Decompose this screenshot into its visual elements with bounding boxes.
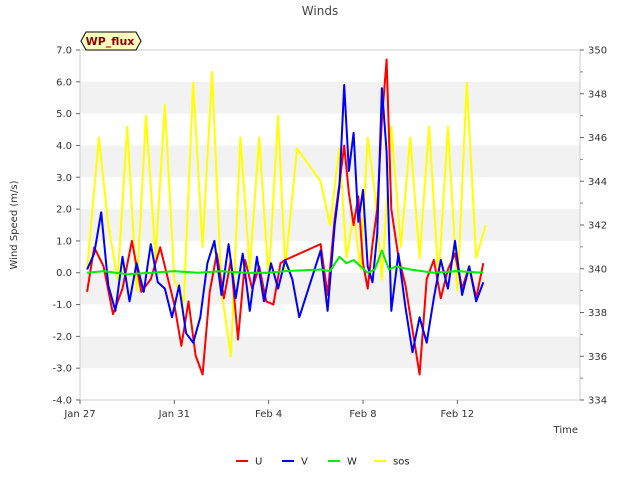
y2-tick-label: 344 <box>588 177 607 188</box>
x-tick-label: Feb 12 <box>441 409 475 420</box>
badge-label: WP_flux <box>86 35 135 48</box>
y2-tick-label: 338 <box>588 308 607 319</box>
y-tick-label: 4.0 <box>56 141 72 152</box>
chart-title: Winds <box>302 4 338 18</box>
y-tick-label: -1.0 <box>52 300 72 311</box>
x-tick-label: Feb 4 <box>255 409 282 420</box>
y-axis-right: 334 336 338 340 342 344 346 348 350 <box>580 46 607 407</box>
y-tick-label: 5.0 <box>56 109 72 120</box>
y-tick-label: -3.0 <box>52 364 72 375</box>
y-tick-label: 1.0 <box>56 236 72 247</box>
x-tick-label: Jan 31 <box>158 409 190 420</box>
x-axis-title: Time <box>553 425 578 436</box>
winds-chart: -4.0 -3.0 -2.0 -1.0 0.0 1.0 2.0 3.0 4.0 5.0 6.0 7.0… <box>9 4 607 468</box>
grid-band <box>80 145 580 178</box>
y2-tick-label: 342 <box>588 221 607 232</box>
y-tick-label: 7.0 <box>56 46 72 57</box>
y-tick-label: 2.0 <box>56 205 72 216</box>
y2-tick-label: 334 <box>588 396 607 407</box>
y-axis-title: Wind Speed (m/s) <box>9 180 20 269</box>
y2-tick-label: 348 <box>588 89 607 100</box>
legend-label-u: U <box>255 457 262 468</box>
legend: U V Wsos <box>236 457 410 468</box>
y-axis-left: -4.0 -3.0 -2.0 -1.0 0.0 1.0 2.0 3.0 4.0 5.0 6.0 7.0 <box>52 46 80 407</box>
wp-flux-badge: WP_flux <box>80 31 142 51</box>
y2-tick-label: 346 <box>588 133 607 144</box>
legend-label-v: V <box>301 457 308 468</box>
grid-band <box>80 81 580 114</box>
legend-label-sos: sos <box>393 457 410 468</box>
y2-tick-label: 336 <box>588 352 607 363</box>
x-tick-label: Feb 8 <box>349 409 376 420</box>
x-tick-label: Jan 27 <box>63 409 95 420</box>
x-axis: Jan 27 Jan 31 Feb 4 Feb 8 Feb 12 <box>63 400 474 420</box>
y2-tick-label: 350 <box>588 46 607 57</box>
grid-band <box>80 336 580 369</box>
y2-tick-label: 340 <box>588 264 607 275</box>
y-tick-label: -2.0 <box>52 332 72 343</box>
legend-label-w: W <box>347 457 357 468</box>
y-tick-label: 3.0 <box>56 173 72 184</box>
y-tick-label: 6.0 <box>56 77 72 88</box>
y-tick-label: 0.0 <box>56 268 72 279</box>
y-tick-label: -4.0 <box>52 396 72 407</box>
